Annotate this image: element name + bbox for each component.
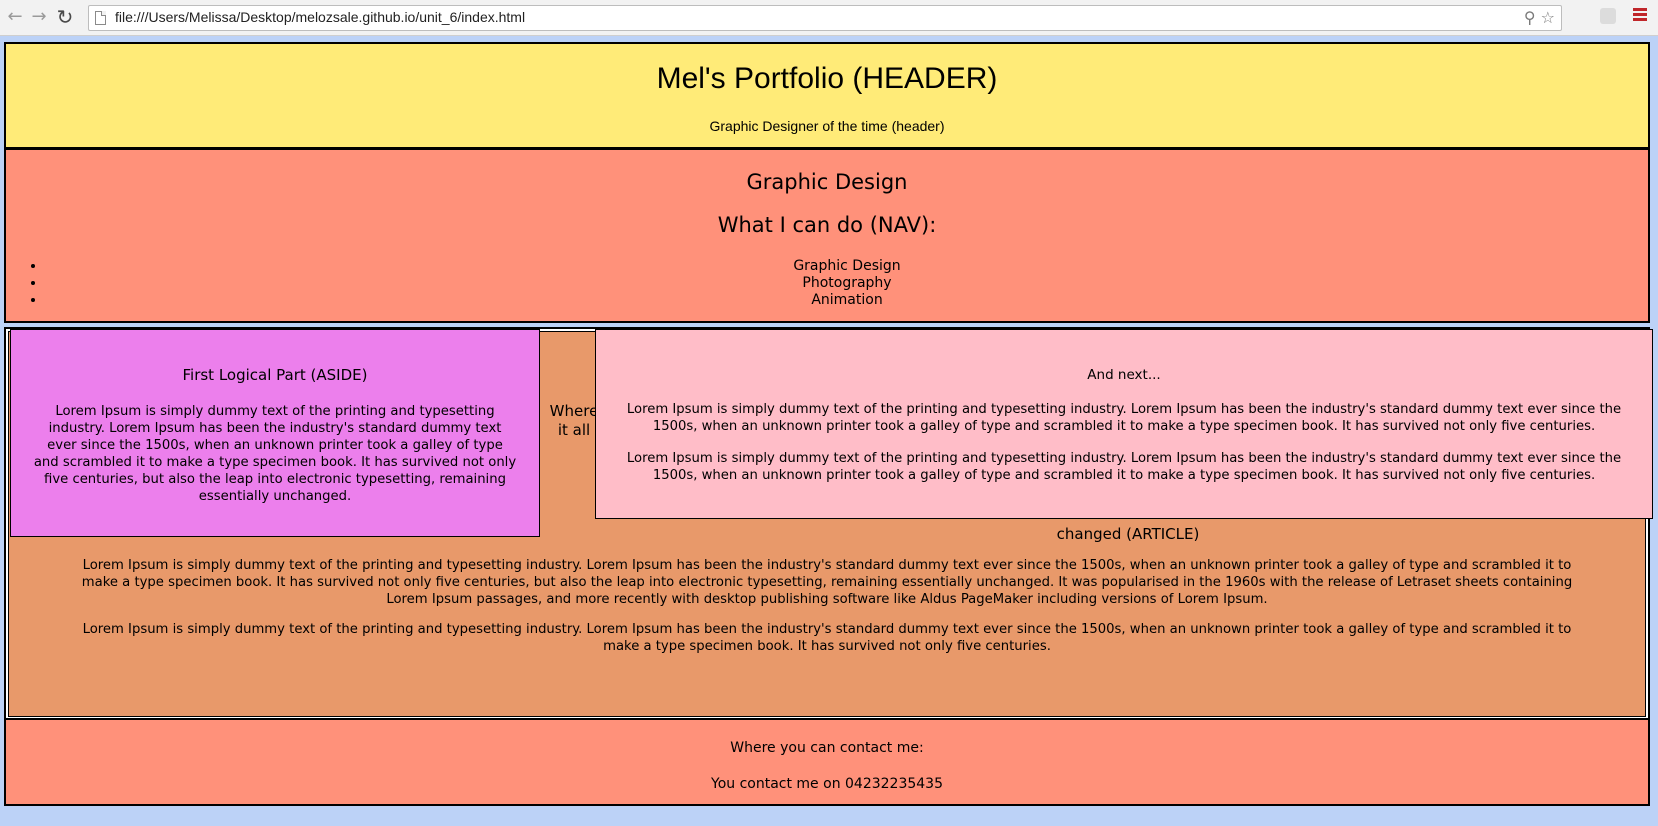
article-paragraph: Lorem Ipsum is simply dummy text of the … xyxy=(82,622,1572,654)
forward-arrow-icon[interactable]: → xyxy=(28,6,50,28)
article-heading-end: changed (ARTICLE) xyxy=(1056,525,1200,543)
next-section: And next... Lorem Ipsum is simply dummy … xyxy=(595,329,1653,519)
content-container: Where it all changed (ARTICLE) Lorem Ips… xyxy=(4,327,1653,721)
nav-item-photography[interactable]: Photography xyxy=(46,275,1648,292)
footer-contact-heading: Where you can contact me: xyxy=(730,740,924,756)
next-section-paragraph: Lorem Ipsum is simply dummy text of the … xyxy=(626,451,1622,483)
web-page: Mel's Portfolio (HEADER) Graphic Designe… xyxy=(4,42,1653,806)
nav-item-graphic-design[interactable]: Graphic Design xyxy=(46,258,1648,275)
zoom-and-bookmark-icons[interactable]: ⚲ ☆ xyxy=(1524,8,1555,27)
url-text[interactable]: file:///Users/Melissa/Desktop/melozsale.… xyxy=(115,9,525,25)
page-header: Mel's Portfolio (HEADER) Graphic Designe… xyxy=(4,42,1650,149)
nav-subheading: What I can do (NAV): xyxy=(717,213,937,237)
page-title: Mel's Portfolio (HEADER) xyxy=(656,62,998,95)
page-icon xyxy=(95,11,106,25)
address-bar[interactable]: file:///Users/Melissa/Desktop/melozsale.… xyxy=(88,5,1562,31)
footer-phone: You contact me on 04232235435 xyxy=(711,776,943,792)
article-paragraph: Lorem Ipsum is simply dummy text of the … xyxy=(81,558,1573,607)
page-footer: Where you can contact me: You contact me… xyxy=(4,718,1650,806)
nav-list: Graphic Design Photography Animation xyxy=(6,258,1648,309)
aside-text: Lorem Ipsum is simply dummy text of the … xyxy=(33,404,517,504)
reload-icon[interactable]: ↻ xyxy=(54,6,76,28)
extension-icon[interactable] xyxy=(1600,8,1616,24)
page-subtitle: Graphic Designer of the time (header) xyxy=(709,118,945,134)
back-arrow-icon[interactable]: ← xyxy=(4,6,26,28)
aside-title: First Logical Part (ASIDE) xyxy=(182,366,368,384)
nav-heading: Graphic Design xyxy=(746,170,908,194)
browser-toolbar: ← → ↻ file:///Users/Melissa/Desktop/melo… xyxy=(0,0,1658,36)
next-section-title: And next... xyxy=(1087,367,1161,383)
nav-item-animation[interactable]: Animation xyxy=(46,292,1648,309)
menu-icon[interactable] xyxy=(1633,8,1647,24)
next-section-paragraph: Lorem Ipsum is simply dummy text of the … xyxy=(626,402,1622,434)
nav-section: Graphic Design What I can do (NAV): Grap… xyxy=(4,148,1650,323)
aside-section: First Logical Part (ASIDE) Lorem Ipsum i… xyxy=(10,329,540,537)
